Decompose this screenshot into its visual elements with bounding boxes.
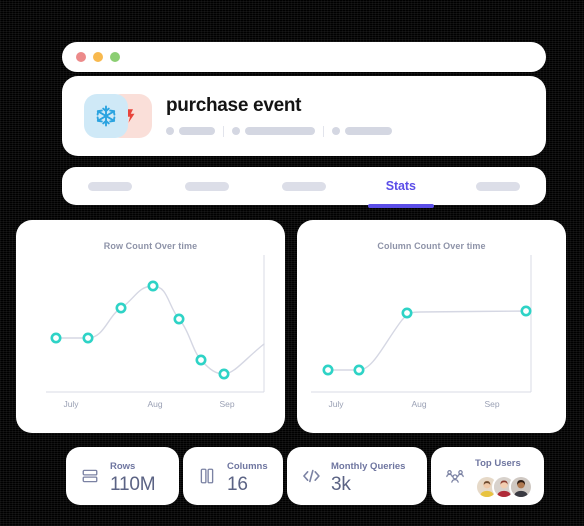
meta-divider [323,125,324,137]
tab-skeleton [88,181,133,191]
stat-value: 16 [227,474,248,496]
x-tick-aug: Aug [147,399,163,409]
header-text-block: purchase event [166,96,392,137]
tab-bar: Stats [62,167,546,205]
stat-value: 3k [331,474,351,496]
columns-icon [196,465,218,487]
meta-pill [179,127,215,135]
x-tick-july: July [328,399,344,409]
meta-dot-icon [166,127,174,135]
snowflake-icon [96,105,116,127]
code-icon [300,465,322,487]
tab-skeleton [281,181,326,191]
stat-body: Columns 16 [227,456,268,496]
meta-pill [345,127,392,135]
stat-label: Top Users [475,458,521,469]
avatar[interactable] [509,475,533,499]
stat-card-columns[interactable]: Columns 16 [183,447,283,505]
tab-skeleton [185,181,230,191]
tab-skeleton [475,181,520,191]
stat-label: Columns [227,461,268,473]
browser-chrome-bar [62,42,546,72]
stat-body: Monthly Queries 3k [331,456,405,496]
meta-divider [223,125,224,137]
stat-value: 110M [110,474,156,496]
avatar-group[interactable] [475,475,533,499]
stat-label: Rows [110,461,136,473]
meta-pill [245,127,315,135]
x-axis-labels: July Aug Sep [16,399,285,411]
header-content: purchase event [84,94,392,138]
meta-group-2 [232,127,315,135]
stat-body: Rows 110M [110,456,156,496]
tab-stats[interactable]: Stats [352,167,449,205]
page-title: purchase event [166,94,302,116]
header-card: purchase event [62,76,546,156]
chart-card-row-count: Row Count Over time July Aug Sep [16,220,285,433]
integration-icons [84,94,152,138]
tab-placeholder-3[interactable] [256,167,353,205]
x-axis-labels: July Aug Sep [297,399,566,411]
meta-group-1 [166,127,215,135]
x-tick-sep: Sep [484,399,500,409]
chart-card-column-count: Column Count Over time July Aug Sep [297,220,566,433]
x-tick-sep: Sep [219,399,235,409]
x-tick-july: July [63,399,79,409]
meta-dot-icon [332,127,340,135]
stat-card-rows[interactable]: Rows 110M [66,447,179,505]
stat-label: Monthly Queries [331,461,406,473]
tab-stats-label: Stats [385,179,416,193]
users-group-icon [444,465,466,487]
stat-card-monthly-queries[interactable]: Monthly Queries 3k [287,447,427,505]
snowflake-icon-tile [84,94,128,138]
minimize-icon[interactable] [93,52,103,62]
meta-group-3 [332,127,392,135]
tab-placeholder-5[interactable] [449,167,546,205]
stat-card-top-users[interactable]: Top Users [431,447,544,505]
traffic-lights [76,52,120,62]
metadata-skeleton-row [166,125,392,137]
maximize-icon[interactable] [110,52,120,62]
stat-body: Top Users [475,453,533,499]
x-tick-aug: Aug [411,399,427,409]
meta-dot-icon [232,127,240,135]
tab-placeholder-1[interactable] [62,167,159,205]
close-icon[interactable] [76,52,86,62]
rows-icon [79,465,101,487]
tab-placeholder-2[interactable] [159,167,256,205]
app-screenshot: purchase event Stats Row Count Over time… [0,0,584,526]
